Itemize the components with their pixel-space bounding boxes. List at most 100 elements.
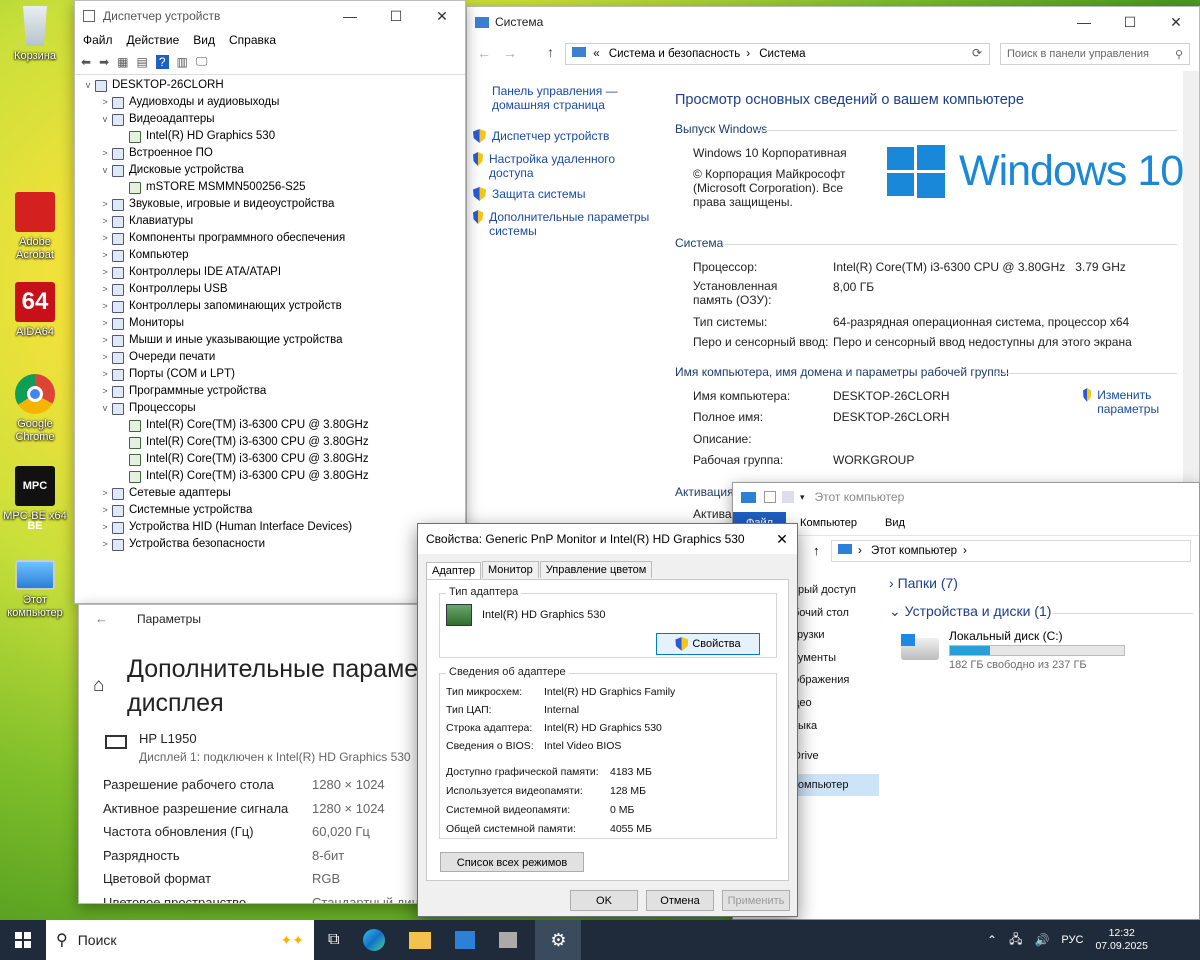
tree-item[interactable]: > Устройства HID (Human Interface Devices… bbox=[81, 519, 465, 536]
nav-item[interactable]: ображения bbox=[793, 669, 879, 692]
up-button[interactable]: ↑ bbox=[813, 543, 820, 558]
tree-item[interactable]: > Устройства безопасности bbox=[81, 536, 465, 553]
tree-item[interactable]: Intel(R) HD Graphics 530 bbox=[81, 128, 465, 145]
up-button[interactable]: ↑ bbox=[547, 44, 554, 60]
expand-icon[interactable]: > bbox=[98, 536, 112, 553]
forward-button[interactable]: → bbox=[503, 45, 517, 61]
edge-icon[interactable] bbox=[363, 929, 386, 951]
tree-item[interactable]: > Мыши и иные указывающие устройства bbox=[81, 332, 465, 349]
close-button[interactable]: ✕ bbox=[1153, 7, 1199, 37]
adapter-properties-button[interactable]: Свойства bbox=[656, 633, 760, 655]
start-button[interactable] bbox=[0, 920, 46, 960]
props-icon[interactable]: ▥ bbox=[177, 55, 188, 69]
acrobat-shortcut[interactable]: Adobe Acrobat bbox=[0, 192, 71, 262]
back-arrow-icon[interactable]: ← bbox=[95, 611, 108, 626]
menu-action[interactable]: Действие bbox=[127, 33, 180, 47]
tree-item[interactable]: > Системные устройства bbox=[81, 502, 465, 519]
tree-item[interactable]: Intel(R) Core(TM) i3-6300 CPU @ 3.80GHz bbox=[81, 434, 465, 451]
expand-icon[interactable]: > bbox=[98, 349, 112, 366]
explorer-address[interactable]: › Этот компьютер › bbox=[831, 540, 1191, 562]
expand-icon[interactable]: v bbox=[98, 400, 112, 417]
expand-icon[interactable]: > bbox=[98, 145, 112, 162]
file-explorer-icon[interactable] bbox=[409, 931, 432, 949]
nav-item[interactable]: бочий стол bbox=[793, 602, 879, 625]
tree-root[interactable]: v DESKTOP-26CLORH bbox=[81, 77, 465, 94]
change-settings-link[interactable]: Изменить параметры bbox=[1083, 388, 1173, 416]
recycle-bin[interactable]: Корзина bbox=[0, 6, 71, 63]
expand-icon[interactable]: > bbox=[98, 502, 112, 519]
tree-item[interactable]: Intel(R) Core(TM) i3-6300 CPU @ 3.80GHz bbox=[81, 451, 465, 468]
nav-item[interactable]: кументы bbox=[793, 647, 879, 670]
tree-item[interactable]: > Контроллеры USB bbox=[81, 281, 465, 298]
list-icon[interactable]: ▤ bbox=[136, 55, 147, 69]
maximize-button[interactable]: ☐ bbox=[373, 1, 419, 31]
close-button[interactable]: ✕ bbox=[419, 1, 465, 31]
expand-icon[interactable]: > bbox=[98, 213, 112, 230]
scrollbar[interactable] bbox=[1183, 71, 1199, 541]
link-device-manager[interactable]: Диспетчер устройств bbox=[473, 129, 609, 143]
expand-icon[interactable]: > bbox=[98, 247, 112, 264]
qat-dropdown[interactable]: ▾ bbox=[800, 492, 805, 503]
link-remote[interactable]: Настройка удаленного доступа bbox=[473, 152, 623, 180]
minimize-button[interactable]: — bbox=[1061, 7, 1107, 37]
taskview-icon[interactable]: ⧉ bbox=[328, 931, 339, 949]
link-advanced[interactable]: Дополнительные параметры системы bbox=[473, 210, 653, 238]
taskbar-search[interactable]: ⚲ Поиск ✦✦ bbox=[46, 920, 314, 960]
nav-item[interactable]: део bbox=[793, 692, 879, 715]
volume-icon[interactable]: 🔊 bbox=[1034, 933, 1049, 947]
close-button[interactable]: ✕ bbox=[767, 531, 797, 548]
folders-group[interactable]: › Папки (7) bbox=[889, 575, 958, 591]
tree-item[interactable]: v Видеоадаптеры bbox=[81, 111, 465, 128]
expand-icon[interactable]: > bbox=[98, 485, 112, 502]
maximize-button[interactable]: ☐ bbox=[1107, 7, 1153, 37]
tree-item[interactable]: > Компьютер bbox=[81, 247, 465, 264]
expand-icon[interactable]: > bbox=[98, 196, 112, 213]
nav-item[interactable]: трый доступ bbox=[793, 579, 879, 602]
crumb-security[interactable]: Система и безопасность bbox=[609, 48, 740, 60]
cp-home-link[interactable]: Панель управления — домашняя страница bbox=[492, 84, 622, 112]
tree-item[interactable]: > Программные устройства bbox=[81, 383, 465, 400]
expand-icon[interactable]: > bbox=[98, 366, 112, 383]
refresh-button[interactable]: ⟳ bbox=[972, 46, 982, 60]
expand-icon[interactable]: v bbox=[98, 111, 112, 128]
forward-icon[interactable]: ➡ bbox=[99, 55, 109, 69]
network-icon[interactable]: 🖧 bbox=[1009, 930, 1022, 951]
language-indicator[interactable]: РУС bbox=[1061, 934, 1083, 946]
expand-icon[interactable]: v bbox=[98, 162, 112, 179]
tree-item[interactable]: > Клавиатуры bbox=[81, 213, 465, 230]
nav-item[interactable]: Drive bbox=[793, 745, 879, 768]
apply-button[interactable]: Применить bbox=[722, 890, 790, 911]
tree-item[interactable]: > Контроллеры IDE ATA/ATAPI bbox=[81, 264, 465, 281]
expand-icon[interactable]: > bbox=[98, 315, 112, 332]
tray-chevron-icon[interactable]: ⌃ bbox=[987, 933, 997, 947]
tree-item[interactable]: > Очереди печати bbox=[81, 349, 465, 366]
list-modes-button[interactable]: Список всех режимов bbox=[440, 852, 584, 872]
tree-item[interactable]: > Контроллеры запоминающих устройств bbox=[81, 298, 465, 315]
tree-item[interactable]: > Встроенное ПО bbox=[81, 145, 465, 162]
link-protection[interactable]: Защита системы bbox=[473, 187, 585, 201]
ok-button[interactable]: OK bbox=[570, 890, 638, 911]
mpcbe-shortcut[interactable]: MPC BE MPC-BE x64 bbox=[0, 466, 71, 532]
cancel-button[interactable]: Отмена bbox=[646, 890, 714, 911]
device-manager-task-icon[interactable] bbox=[499, 932, 518, 948]
nav-item[interactable]: компьютер bbox=[793, 773, 879, 797]
back-button[interactable]: ← bbox=[477, 45, 491, 61]
chrome-shortcut[interactable]: Google Chrome bbox=[0, 374, 71, 444]
help-icon[interactable]: ? bbox=[155, 54, 169, 69]
tree-item[interactable]: > Порты (COM и LPT) bbox=[81, 366, 465, 383]
minimize-button[interactable]: — bbox=[327, 1, 373, 31]
tree-item[interactable]: mSTORE MSMMN500256-S25 bbox=[81, 179, 465, 196]
drive-c[interactable]: Локальный диск (C:) 182 ГБ свободно из 2… bbox=[901, 628, 1191, 674]
menu-file[interactable]: Файл bbox=[83, 33, 113, 47]
tree-item[interactable]: v Процессоры bbox=[81, 400, 465, 417]
tree-item[interactable]: v Дисковые устройства bbox=[81, 162, 465, 179]
aida64-shortcut[interactable]: 64 AIDA64 bbox=[0, 282, 71, 339]
expand-icon[interactable]: > bbox=[98, 332, 112, 349]
menu-help[interactable]: Справка bbox=[229, 33, 276, 47]
expand-icon[interactable]: > bbox=[98, 281, 112, 298]
tab-color[interactable]: Управление цветом bbox=[539, 561, 653, 578]
nav-item[interactable]: зыка bbox=[793, 715, 879, 738]
expand-icon[interactable]: > bbox=[98, 298, 112, 315]
tree-item[interactable]: > Сетевые адаптеры bbox=[81, 485, 465, 502]
tab-view[interactable]: Вид bbox=[871, 512, 919, 534]
